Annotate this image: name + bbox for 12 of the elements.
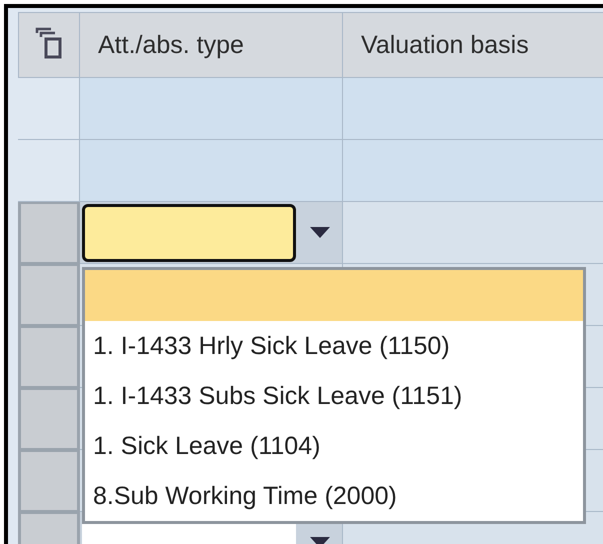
blank-option[interactable] [85, 270, 583, 321]
caret-icon[interactable] [310, 226, 330, 238]
row-selector[interactable] [18, 326, 80, 388]
row-selector[interactable] [18, 450, 80, 512]
type-dropdown[interactable] [80, 202, 343, 264]
row-selector[interactable] [18, 140, 80, 202]
row-selector[interactable] [18, 202, 80, 264]
row-selector[interactable] [18, 388, 80, 450]
table-settings[interactable] [18, 12, 80, 78]
column-header[interactable]: Valuation basis [343, 12, 603, 78]
row-selector[interactable] [18, 264, 80, 326]
column-header[interactable]: Att./abs. type [80, 12, 343, 78]
